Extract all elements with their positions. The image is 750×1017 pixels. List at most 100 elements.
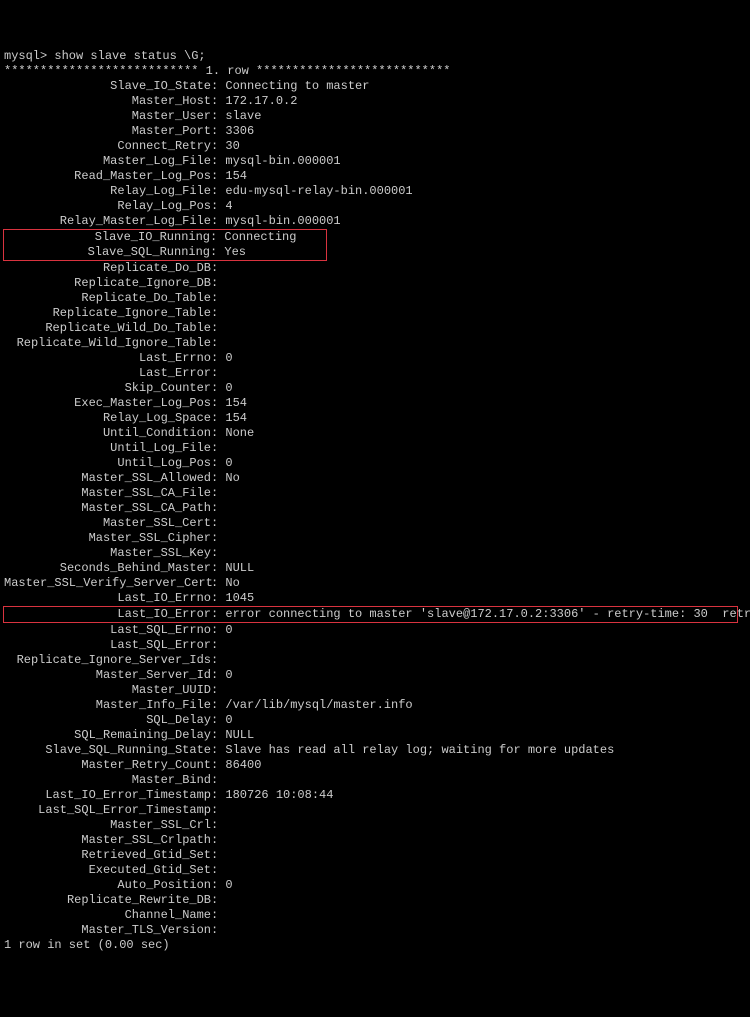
- status-row: Connect_Retry: 30: [4, 139, 746, 154]
- separator: :: [211, 623, 225, 638]
- field-value: 0: [225, 713, 232, 728]
- status-row: Channel_Name:: [4, 908, 746, 923]
- field-label: Master_SSL_CA_File: [4, 486, 211, 501]
- field-label: Executed_Gtid_Set: [4, 863, 211, 878]
- field-label: Master_SSL_CA_Path: [4, 501, 211, 516]
- status-row: Read_Master_Log_Pos: 154: [4, 169, 746, 184]
- separator: :: [211, 411, 225, 426]
- separator: :: [211, 546, 225, 561]
- status-row: Master_SSL_Crlpath:: [4, 833, 746, 848]
- terminal-output: mysql> show slave status \G;************…: [4, 49, 746, 953]
- separator: :: [211, 351, 225, 366]
- field-value: None: [225, 426, 254, 441]
- status-row: Master_Host: 172.17.0.2: [4, 94, 746, 109]
- status-row: Master_SSL_CA_Path:: [4, 501, 746, 516]
- separator: :: [211, 607, 225, 622]
- separator: :: [211, 591, 225, 606]
- field-label: Slave_IO_Running: [5, 230, 210, 245]
- status-row: Slave_SQL_Running_State: Slave has read …: [4, 743, 746, 758]
- field-label: Replicate_Ignore_Table: [4, 306, 211, 321]
- separator: :: [211, 683, 225, 698]
- separator: :: [211, 441, 225, 456]
- row-header: *************************** 1. row *****…: [4, 64, 746, 79]
- field-label: Exec_Master_Log_Pos: [4, 396, 211, 411]
- field-label: Replicate_Wild_Ignore_Table: [4, 336, 211, 351]
- field-label: Master_SSL_Key: [4, 546, 211, 561]
- separator: :: [211, 426, 225, 441]
- status-row: Until_Condition: None: [4, 426, 746, 441]
- field-label: Replicate_Do_DB: [4, 261, 211, 276]
- separator: :: [211, 214, 225, 229]
- field-label: Master_Retry_Count: [4, 758, 211, 773]
- separator: :: [211, 758, 225, 773]
- separator: :: [211, 336, 225, 351]
- separator: :: [211, 833, 225, 848]
- field-value: 154: [225, 411, 247, 426]
- field-value: 30: [225, 139, 239, 154]
- status-row: Last_Error:: [4, 366, 746, 381]
- field-label: Connect_Retry: [4, 139, 211, 154]
- field-label: Master_TLS_Version: [4, 923, 211, 938]
- separator: :: [211, 893, 225, 908]
- status-row: SQL_Remaining_Delay: NULL: [4, 728, 746, 743]
- separator: :: [211, 516, 225, 531]
- separator: :: [211, 743, 225, 758]
- field-value: Yes: [224, 245, 246, 260]
- status-row: Last_Errno: 0: [4, 351, 746, 366]
- field-label: Last_SQL_Error_Timestamp: [4, 803, 211, 818]
- separator: :: [211, 486, 225, 501]
- status-row: Auto_Position: 0: [4, 878, 746, 893]
- separator: :: [211, 396, 225, 411]
- separator: :: [211, 94, 225, 109]
- separator: :: [211, 653, 225, 668]
- separator: :: [211, 908, 225, 923]
- separator: :: [211, 291, 225, 306]
- separator: :: [211, 276, 225, 291]
- field-label: Master_SSL_Verify_Server_Cert: [4, 576, 211, 591]
- field-label: Master_SSL_Cert: [4, 516, 211, 531]
- status-row: Replicate_Wild_Ignore_Table:: [4, 336, 746, 351]
- status-row: Master_Log_File: mysql-bin.000001: [4, 154, 746, 169]
- separator: :: [211, 788, 225, 803]
- separator: :: [211, 713, 225, 728]
- field-label: Last_Errno: [4, 351, 211, 366]
- field-label: Last_Error: [4, 366, 211, 381]
- field-value: Slave has read all relay log; waiting fo…: [225, 743, 614, 758]
- field-label: Master_SSL_Crlpath: [4, 833, 211, 848]
- separator: :: [210, 230, 224, 245]
- status-row: Replicate_Ignore_DB:: [4, 276, 746, 291]
- separator: :: [211, 471, 225, 486]
- status-row: Relay_Log_File: edu-mysql-relay-bin.0000…: [4, 184, 746, 199]
- field-label: Replicate_Wild_Do_Table: [4, 321, 211, 336]
- separator: :: [210, 245, 224, 260]
- status-row: Relay_Master_Log_File: mysql-bin.000001: [4, 214, 746, 229]
- field-label: Master_Info_File: [4, 698, 211, 713]
- field-value: NULL: [225, 561, 254, 576]
- status-row: Executed_Gtid_Set:: [4, 863, 746, 878]
- field-value: mysql-bin.000001: [225, 154, 340, 169]
- separator: :: [211, 818, 225, 833]
- separator: :: [211, 698, 225, 713]
- separator: :: [211, 863, 225, 878]
- status-row: Exec_Master_Log_Pos: 154: [4, 396, 746, 411]
- field-label: Slave_SQL_Running: [5, 245, 210, 260]
- status-row: Replicate_Do_DB:: [4, 261, 746, 276]
- status-row: Master_Retry_Count: 86400: [4, 758, 746, 773]
- status-row: Until_Log_File:: [4, 441, 746, 456]
- field-label: Channel_Name: [4, 908, 211, 923]
- separator: :: [211, 848, 225, 863]
- status-row: Master_SSL_Cipher:: [4, 531, 746, 546]
- status-row: Replicate_Ignore_Server_Ids:: [4, 653, 746, 668]
- status-row: Master_SSL_Allowed: No: [4, 471, 746, 486]
- separator: :: [211, 576, 225, 591]
- field-label: Master_Host: [4, 94, 211, 109]
- field-label: Relay_Log_Pos: [4, 199, 211, 214]
- separator: :: [211, 773, 225, 788]
- field-label: Last_SQL_Error: [4, 638, 211, 653]
- status-row: Slave_IO_State: Connecting to master: [4, 79, 746, 94]
- field-label: Seconds_Behind_Master: [4, 561, 211, 576]
- status-row: Last_SQL_Error_Timestamp:: [4, 803, 746, 818]
- field-value: 172.17.0.2: [225, 94, 297, 109]
- status-row: Until_Log_Pos: 0: [4, 456, 746, 471]
- field-label: Until_Log_File: [4, 441, 211, 456]
